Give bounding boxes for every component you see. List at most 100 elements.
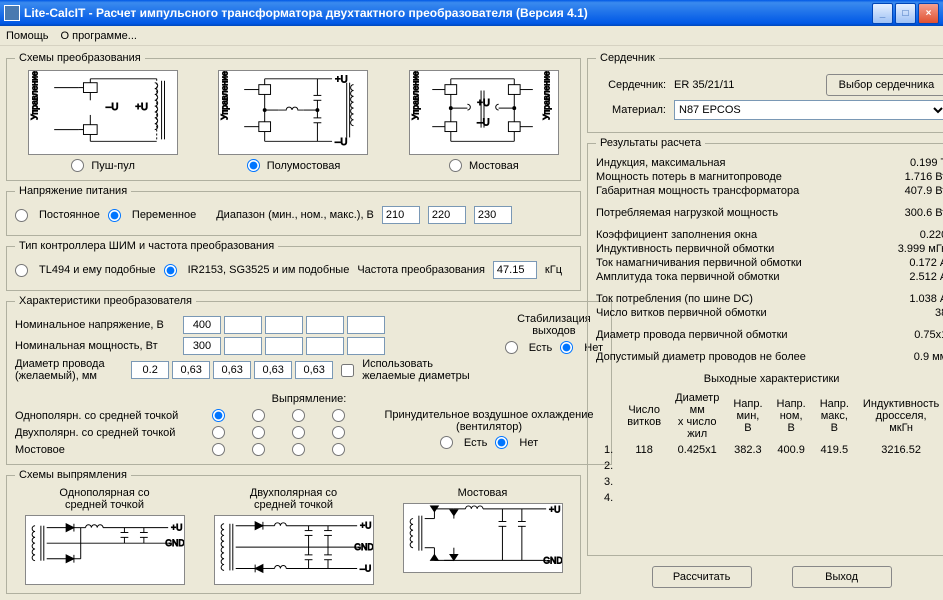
input-v2[interactable] bbox=[265, 316, 303, 334]
value-core: ER 35/21/11 bbox=[674, 79, 818, 91]
label-freq: Частота преобразования bbox=[357, 264, 485, 276]
checkbox-use-desired[interactable] bbox=[341, 364, 354, 377]
radio-halfbridge[interactable] bbox=[247, 159, 260, 172]
input-v1[interactable] bbox=[224, 316, 262, 334]
svg-text:Управление: Управление bbox=[30, 71, 40, 120]
group-voltage: Напряжение питания Постоянное Переменное… bbox=[6, 185, 581, 236]
input-vmax[interactable] bbox=[474, 206, 512, 224]
radio-r4-1[interactable] bbox=[325, 426, 352, 439]
svg-text:+U: +U bbox=[335, 75, 348, 86]
radio-voltage-const[interactable] bbox=[15, 209, 28, 222]
result-value: 407.9 Вт bbox=[877, 185, 943, 197]
radio-r1-0[interactable] bbox=[205, 409, 232, 422]
svg-text:–U: –U bbox=[477, 118, 489, 129]
radio-r2-0[interactable] bbox=[245, 409, 272, 422]
table-row: 4. bbox=[598, 491, 943, 505]
input-v3[interactable] bbox=[306, 316, 344, 334]
svg-text:Управление: Управление bbox=[220, 71, 230, 120]
radio-pushpull[interactable] bbox=[71, 159, 84, 172]
result-name: Допустимый диаметр проводов не более bbox=[596, 351, 806, 363]
th-turns: Число витков bbox=[621, 391, 667, 441]
group-core: Сердечник Сердечник: ER 35/21/11 Выбор с… bbox=[587, 52, 943, 133]
svg-text:GND: GND bbox=[543, 555, 562, 565]
radio-tl494[interactable] bbox=[15, 264, 28, 277]
result-row: Мощность потерь в магнитопроводе1.716 Вт bbox=[596, 171, 943, 183]
radio-r3-1[interactable] bbox=[285, 426, 312, 439]
result-value: 0.199 Т bbox=[877, 157, 943, 169]
radio-r4-0[interactable] bbox=[325, 409, 352, 422]
input-v4[interactable] bbox=[347, 316, 385, 334]
minimize-button[interactable]: _ bbox=[872, 3, 893, 24]
result-name: Индуктивность первичной обмотки bbox=[596, 243, 774, 255]
label-nom-power: Номинальная мощность, Вт bbox=[15, 340, 175, 352]
result-name: Потребляемая нагрузкой мощность bbox=[596, 207, 778, 219]
radio-r2-2[interactable] bbox=[245, 443, 272, 456]
group-results: Результаты расчета Индукция, максимальна… bbox=[587, 137, 943, 556]
radio-r3-2[interactable] bbox=[285, 443, 312, 456]
label-tl494: TL494 и ему подобные bbox=[39, 264, 156, 276]
input-d3[interactable] bbox=[254, 361, 292, 379]
input-vmin[interactable] bbox=[382, 206, 420, 224]
button-exit[interactable]: Выход bbox=[792, 566, 892, 588]
th-vnom: Напр. ном, В bbox=[771, 391, 812, 441]
group-controller-legend: Тип контроллера ШИМ и частота преобразов… bbox=[15, 240, 278, 252]
input-d4[interactable] bbox=[295, 361, 333, 379]
input-d0[interactable] bbox=[131, 361, 169, 379]
label-cool-no: Нет bbox=[519, 437, 538, 449]
result-value: 38 bbox=[877, 307, 943, 319]
button-calculate[interactable]: Рассчитать bbox=[652, 566, 752, 588]
radio-stab-no[interactable] bbox=[560, 341, 573, 354]
button-select-core[interactable]: Выбор сердечника bbox=[826, 74, 943, 96]
radio-r4-2[interactable] bbox=[325, 443, 352, 456]
maximize-button[interactable]: □ bbox=[895, 3, 916, 24]
input-vnom[interactable] bbox=[428, 206, 466, 224]
label-ir2153: IR2153, SG3525 и им подобные bbox=[188, 264, 350, 276]
svg-text:Управление: Управление bbox=[541, 71, 551, 120]
label-rs-uni: Однополярная со средней точкой bbox=[59, 487, 149, 511]
radio-ir2153[interactable] bbox=[164, 264, 177, 277]
input-p3[interactable] bbox=[306, 337, 344, 355]
scheme-bridge-diagram: Управление Управление –U +U bbox=[409, 70, 559, 155]
label-output-chars: Выходные характеристики bbox=[596, 373, 943, 385]
radio-r2-1[interactable] bbox=[245, 426, 272, 439]
input-p1[interactable] bbox=[224, 337, 262, 355]
radio-voltage-var[interactable] bbox=[108, 209, 121, 222]
result-value: 1.038 А bbox=[877, 293, 943, 305]
th-ind: Индуктивность дросселя, мкГн bbox=[857, 391, 943, 441]
result-name: Габаритная мощность трансформатора bbox=[596, 185, 799, 197]
label-bipolar: Двухполярн. со средней точкой bbox=[15, 427, 195, 439]
rectification-grid: Однополярн. со средней точкой Двухполярн… bbox=[15, 409, 355, 456]
radio-r1-2[interactable] bbox=[205, 443, 232, 456]
menu-about[interactable]: О программе... bbox=[61, 30, 137, 42]
inputs-nom-power bbox=[183, 337, 385, 355]
radio-cool-yes[interactable] bbox=[440, 436, 453, 449]
table-row: 2. bbox=[598, 459, 943, 473]
input-p4[interactable] bbox=[347, 337, 385, 355]
close-button[interactable]: × bbox=[918, 3, 939, 24]
label-const: Постоянное bbox=[39, 209, 100, 221]
input-d2[interactable] bbox=[213, 361, 251, 379]
group-core-legend: Сердечник bbox=[596, 52, 659, 64]
group-results-legend: Результаты расчета bbox=[596, 137, 705, 149]
result-name: Число витков первичной обмотки bbox=[596, 307, 767, 319]
table-row: 3. bbox=[598, 475, 943, 489]
select-material[interactable]: N87 EPCOS bbox=[674, 100, 943, 120]
input-v0[interactable] bbox=[183, 316, 221, 334]
radio-cool-no[interactable] bbox=[495, 436, 508, 449]
th-diam: Диаметр мм х число жил bbox=[669, 391, 725, 441]
result-value: 300.6 Вт bbox=[877, 207, 943, 219]
radio-bridge[interactable] bbox=[449, 159, 462, 172]
group-converter-legend: Характеристики преобразователя bbox=[15, 295, 196, 307]
svg-text:–U: –U bbox=[360, 563, 371, 573]
input-p2[interactable] bbox=[265, 337, 303, 355]
radio-r3-0[interactable] bbox=[285, 409, 312, 422]
menu-help[interactable]: Помощь bbox=[6, 30, 49, 42]
label-rs-bridge: Мостовая bbox=[458, 487, 508, 499]
input-freq[interactable] bbox=[493, 261, 537, 279]
group-rect-schemes: Схемы выпрямления Однополярная со средне… bbox=[6, 469, 581, 594]
label-core: Сердечник: bbox=[596, 79, 666, 91]
radio-stab-yes[interactable] bbox=[505, 341, 518, 354]
input-d1[interactable] bbox=[172, 361, 210, 379]
input-p0[interactable] bbox=[183, 337, 221, 355]
radio-r1-1[interactable] bbox=[205, 426, 232, 439]
